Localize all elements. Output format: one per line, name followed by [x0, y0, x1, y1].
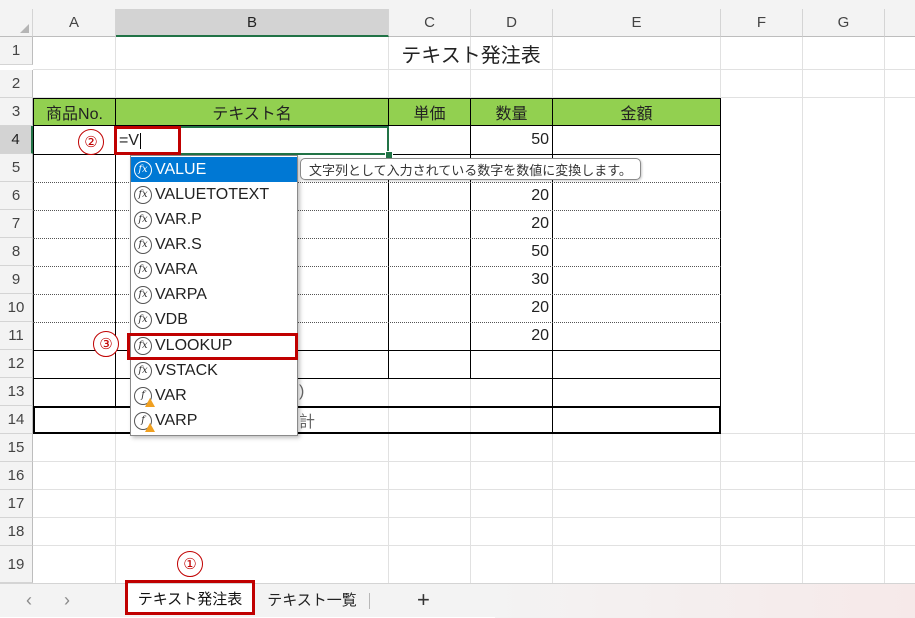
column-header-a[interactable]: A: [33, 9, 116, 37]
autocomplete-item-value[interactable]: fx VALUE: [131, 157, 297, 182]
annotation-box-vlookup: [127, 333, 298, 360]
row-header[interactable]: 5: [0, 154, 33, 182]
autocomplete-item-var-p[interactable]: fx VAR.P: [131, 207, 297, 232]
function-icon: fx: [134, 260, 152, 279]
row-header[interactable]: 12: [0, 350, 33, 378]
quantity-cell[interactable]: 20: [471, 294, 553, 322]
column-header-f[interactable]: F: [721, 9, 803, 37]
function-warning-icon: f: [134, 411, 155, 432]
function-tooltip: 文字列として入力されている数字を数値に変換します。: [300, 158, 641, 180]
header-cell-amount[interactable]: 金額: [552, 98, 721, 126]
function-name: VARPA: [155, 285, 207, 303]
row-header[interactable]: 11: [0, 322, 33, 350]
autocomplete-item-vara[interactable]: fx VARA: [131, 257, 297, 282]
row-header[interactable]: 9: [0, 266, 33, 294]
header-cell-quantity[interactable]: 数量: [470, 98, 553, 126]
next-sheet-button[interactable]: ›: [64, 590, 70, 611]
row-header[interactable]: 4: [0, 126, 33, 154]
row-header[interactable]: 8: [0, 238, 33, 266]
spreadsheet-grid[interactable]: A B C D E F G 1 2 3 4 5 6 7 8 9 10 11 12…: [0, 0, 915, 583]
function-icon: fx: [134, 185, 152, 204]
gridline: [33, 517, 915, 518]
quantity-cell[interactable]: 30: [471, 266, 553, 294]
column-header-c[interactable]: C: [389, 9, 471, 37]
row-header[interactable]: 19: [0, 546, 33, 583]
column-header-d[interactable]: D: [471, 9, 553, 37]
step-1-marker: ①: [177, 551, 203, 577]
function-warning-icon: f: [134, 386, 155, 407]
autocomplete-item-var-s[interactable]: fx VAR.S: [131, 232, 297, 257]
autocomplete-item-vdb[interactable]: fx VDB: [131, 307, 297, 332]
autocomplete-item-varpa[interactable]: fx VARPA: [131, 282, 297, 307]
select-all-corner[interactable]: [0, 9, 33, 37]
add-sheet-button[interactable]: +: [417, 587, 430, 613]
function-name: VAR.S: [155, 235, 202, 253]
quantity-cell[interactable]: 20: [471, 210, 553, 238]
row-header[interactable]: 2: [0, 70, 33, 98]
function-icon: fx: [134, 210, 152, 229]
header-cell-product-no[interactable]: 商品No.: [33, 98, 116, 126]
row-header[interactable]: 6: [0, 182, 33, 210]
step-2-marker: ②: [78, 129, 104, 155]
gridline: [802, 37, 803, 583]
function-name: VAR: [155, 386, 187, 404]
column-header-next[interactable]: [885, 9, 915, 37]
row-header[interactable]: 7: [0, 210, 33, 238]
function-name: VARP: [155, 411, 198, 429]
function-name: VALUETOTEXT: [155, 185, 270, 203]
annotation-box-input: [114, 126, 181, 155]
column-header-b[interactable]: B: [116, 9, 389, 37]
autocomplete-item-var[interactable]: f VAR: [131, 383, 297, 408]
gridline: [33, 545, 915, 546]
function-icon: fx: [134, 310, 152, 329]
tab-separator: [369, 593, 370, 609]
column-header-g[interactable]: G: [803, 9, 885, 37]
autocomplete-item-vstack[interactable]: fx VSTACK: [131, 358, 297, 383]
row-header[interactable]: 18: [0, 518, 33, 546]
quantity-cell[interactable]: 50: [471, 126, 553, 154]
gridline: [33, 489, 915, 490]
row-header[interactable]: 13: [0, 378, 33, 406]
row-header[interactable]: 14: [0, 406, 33, 434]
tab-bar-background: [495, 584, 915, 618]
annotation-box-sheet-tab: [125, 580, 255, 615]
function-icon: fx: [134, 235, 152, 254]
header-cell-unit-price[interactable]: 単価: [388, 98, 471, 126]
cell-fragment: ): [299, 383, 305, 400]
column-header-e[interactable]: E: [553, 9, 721, 37]
warning-icon: [145, 422, 155, 432]
gridline: [33, 461, 915, 462]
autocomplete-item-varp[interactable]: f VARP: [131, 408, 297, 433]
previous-sheet-button[interactable]: ‹: [26, 590, 32, 611]
row-header[interactable]: 17: [0, 490, 33, 518]
warning-icon: [145, 397, 155, 407]
function-name: VSTACK: [155, 361, 218, 379]
function-name: VARA: [155, 260, 198, 278]
row-header[interactable]: 15: [0, 434, 33, 462]
step-3-marker: ③: [93, 331, 119, 357]
tab-sheet-text-list[interactable]: テキスト一覧: [256, 584, 368, 615]
sheet-title[interactable]: テキスト発注表: [389, 37, 553, 70]
function-name: VALUE: [155, 160, 207, 178]
quantity-cell[interactable]: 50: [471, 238, 553, 266]
gridline: [884, 37, 885, 583]
function-name: VDB: [155, 310, 188, 328]
function-icon: fx: [134, 160, 152, 179]
autocomplete-item-valuetotext[interactable]: fx VALUETOTEXT: [131, 182, 297, 207]
header-cell-text-name[interactable]: テキスト名: [115, 98, 389, 126]
row-header[interactable]: 1: [0, 37, 33, 65]
function-name: VAR.P: [155, 210, 202, 228]
quantity-cell[interactable]: 20: [471, 322, 553, 350]
quantity-cell[interactable]: 20: [471, 182, 553, 210]
row-header[interactable]: 3: [0, 98, 33, 126]
function-icon: fx: [134, 361, 152, 380]
function-icon: fx: [134, 285, 152, 304]
total-label-fragment: 計: [299, 414, 316, 431]
row-header[interactable]: 10: [0, 294, 33, 322]
row-header[interactable]: 16: [0, 462, 33, 490]
